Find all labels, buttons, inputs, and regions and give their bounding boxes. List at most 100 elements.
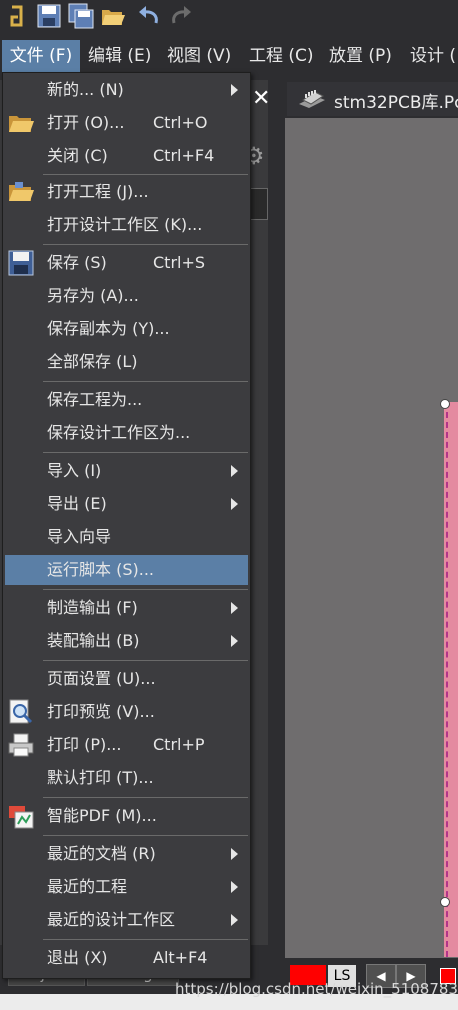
menu-item-save-all[interactable]: 全部保存 (L): [5, 347, 248, 377]
menu-separator: [43, 660, 248, 661]
submenu-arrow-icon: [231, 465, 238, 477]
menu-item-run-script[interactable]: 运行脚本 (S)...: [5, 555, 248, 585]
menu-item-print-preview[interactable]: 打印预览 (V)...: [5, 697, 248, 727]
menu-item-open[interactable]: 打开 (O)... Ctrl+O: [5, 108, 248, 138]
menu-item-label: 打印 (P)...: [47, 735, 122, 754]
menu-item-close[interactable]: 关闭 (C) Ctrl+F4: [5, 141, 248, 171]
menu-item-smart-pdf[interactable]: 智能PDF (M)...: [5, 801, 248, 831]
open-project-icon: [9, 182, 34, 201]
menu-item-label: 制造输出 (F): [47, 598, 138, 617]
menu-item-label: 打印预览 (V)...: [47, 702, 155, 721]
menu-item-shortcut: Alt+F4: [153, 948, 208, 967]
watermark-text: https://blog.csdn.net/weixin_51087836: [175, 980, 458, 998]
menu-item-save-as[interactable]: 另存为 (A)...: [5, 281, 248, 311]
menu-item-shortcut: Ctrl+P: [153, 735, 205, 754]
menu-item-label: 运行脚本 (S)...: [47, 560, 154, 579]
menu-item-label: 关闭 (C): [47, 146, 108, 165]
menu-item-page-setup[interactable]: 页面设置 (U)...: [5, 664, 248, 694]
menu-item-shortcut: Ctrl+O: [153, 113, 208, 132]
menu-item-label: 最近的工程: [47, 877, 128, 896]
menu-item-label: 保存设计工作区为...: [47, 423, 191, 442]
smart-pdf-icon: [9, 806, 34, 829]
save-icon: [8, 250, 34, 276]
menu-item-shortcut: Ctrl+F4: [153, 146, 215, 165]
menu-item-recent-projects[interactable]: 最近的工程: [5, 872, 248, 902]
menu-item-label: 导入向导: [47, 527, 112, 546]
submenu-arrow-icon: [231, 848, 238, 860]
menu-separator: [43, 939, 248, 940]
menu-item-import[interactable]: 导入 (I): [5, 456, 248, 486]
menu-item-label: 导入 (I): [47, 461, 102, 480]
panel-search-box[interactable]: [248, 188, 268, 220]
menu-item-import-wizard[interactable]: 导入向导: [5, 522, 248, 552]
printer-icon: [8, 733, 34, 757]
app-logo-icon[interactable]: [4, 3, 30, 29]
open-folder-icon[interactable]: [100, 3, 126, 29]
board-handle-bottom[interactable]: [440, 897, 450, 907]
print-preview-icon: [9, 699, 33, 724]
pcb-canvas[interactable]: [285, 118, 458, 958]
menu-item-save-project-as[interactable]: 保存工程为...: [5, 385, 248, 415]
menu-bar: 文件 (F) 编辑 (E) 视图 (V) 工程 (C) 放置 (P) 设计 (: [0, 40, 458, 72]
save-all-icon[interactable]: [68, 3, 94, 29]
submenu-arrow-icon: [231, 914, 238, 926]
menu-item-assembly-outputs[interactable]: 装配输出 (B): [5, 626, 248, 656]
menu-item-save[interactable]: 保存 (S) Ctrl+S: [5, 248, 248, 278]
submenu-arrow-icon: [231, 881, 238, 893]
menu-item-label: 另存为 (A)...: [47, 286, 139, 305]
document-tab-label: stm32PCB库.Pcb: [334, 93, 458, 113]
menu-item-label: 保存副本为 (Y)...: [47, 319, 170, 338]
menu-item-print[interactable]: 打印 (P)... Ctrl+P: [5, 730, 248, 760]
menu-design[interactable]: 设计 (: [410, 40, 456, 72]
menu-item-save-copy-as[interactable]: 保存副本为 (Y)...: [5, 314, 248, 344]
menu-item-label: 打开设计工作区 (K)...: [47, 215, 203, 234]
save-icon[interactable]: [36, 3, 62, 29]
menu-item-new[interactable]: 新的... (N): [5, 75, 248, 105]
submenu-arrow-icon: [231, 498, 238, 510]
menu-item-recent-workspaces[interactable]: 最近的设计工作区: [5, 905, 248, 935]
menu-item-label: 页面设置 (U)...: [47, 669, 156, 688]
menu-file[interactable]: 文件 (F): [2, 40, 80, 72]
menu-item-export[interactable]: 导出 (E): [5, 489, 248, 519]
menu-item-label: 装配输出 (B): [47, 631, 140, 650]
menu-item-save-workspace-as[interactable]: 保存设计工作区为...: [5, 418, 248, 448]
menu-item-default-print[interactable]: 默认打印 (T)...: [5, 763, 248, 793]
menu-separator: [43, 797, 248, 798]
menu-item-label: 默认打印 (T)...: [47, 768, 154, 787]
close-icon[interactable]: ✕: [252, 86, 270, 111]
board-edge-line: [446, 402, 448, 957]
menu-item-label: 打开工程 (J)...: [47, 182, 149, 201]
submenu-arrow-icon: [231, 602, 238, 614]
menu-item-recent-documents[interactable]: 最近的文档 (R): [5, 839, 248, 869]
quick-access-toolbar: [0, 0, 458, 33]
board-handle-top[interactable]: [440, 399, 450, 409]
menu-view[interactable]: 视图 (V): [167, 40, 231, 72]
menu-item-label: 保存 (S): [47, 253, 107, 272]
menu-item-label: 全部保存 (L): [47, 352, 138, 371]
menu-separator: [43, 174, 248, 175]
menu-item-fabrication-outputs[interactable]: 制造输出 (F): [5, 593, 248, 623]
file-menu-dropdown: 新的... (N) 打开 (O)... Ctrl+O 关闭 (C) Ctrl+F…: [2, 72, 251, 979]
menu-item-label: 智能PDF (M)...: [47, 806, 157, 825]
menu-place[interactable]: 放置 (P): [329, 40, 392, 72]
undo-icon[interactable]: [136, 3, 162, 29]
menu-project[interactable]: 工程 (C): [249, 40, 314, 72]
menu-item-exit[interactable]: 退出 (X) Alt+F4: [5, 943, 248, 973]
menu-item-label: 最近的设计工作区: [47, 910, 176, 929]
menu-item-open-project[interactable]: 打开工程 (J)...: [5, 177, 248, 207]
menu-separator: [43, 835, 248, 836]
menu-separator: [43, 589, 248, 590]
submenu-arrow-icon: [231, 635, 238, 647]
menu-item-label: 打开 (O)...: [47, 113, 125, 132]
pcb-library-icon: [299, 90, 325, 108]
menu-item-label: 新的... (N): [47, 80, 124, 99]
menu-separator: [43, 381, 248, 382]
menu-item-label: 最近的文档 (R): [47, 844, 156, 863]
menu-separator: [43, 244, 248, 245]
menu-separator: [43, 452, 248, 453]
menu-item-open-workspace[interactable]: 打开设计工作区 (K)...: [5, 210, 248, 240]
redo-icon[interactable]: [168, 3, 194, 29]
menu-edit[interactable]: 编辑 (E): [88, 40, 151, 72]
menu-item-shortcut: Ctrl+S: [153, 253, 206, 272]
menu-item-label: 导出 (E): [47, 494, 107, 513]
